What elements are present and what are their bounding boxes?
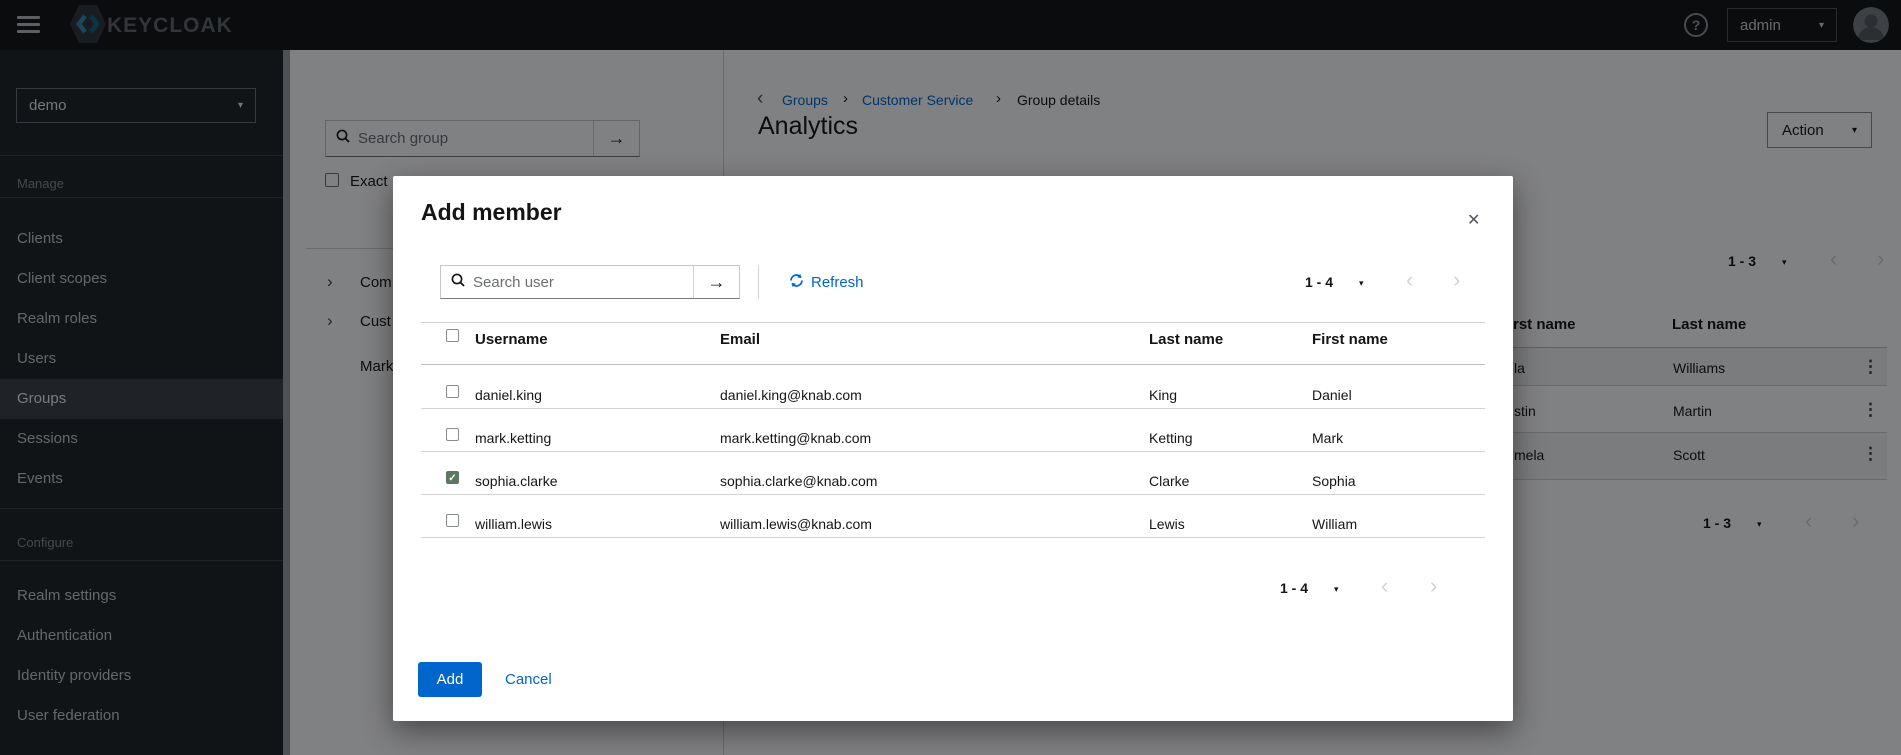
cancel-button[interactable]: Cancel <box>505 671 552 688</box>
pagination-prev-icon[interactable]: ‹ <box>1381 575 1388 597</box>
add-button[interactable]: Add <box>418 662 482 697</box>
cell-username: mark.ketting <box>475 430 551 446</box>
chevron-down-icon: ▾ <box>1359 278 1364 289</box>
col-email: Email <box>720 331 760 348</box>
select-all-checkbox[interactable] <box>446 329 459 342</box>
pagination-prev-icon[interactable]: ‹ <box>1406 269 1413 291</box>
cell-last-name: Lewis <box>1149 516 1185 532</box>
refresh-icon <box>789 273 804 292</box>
cell-last-name: Clarke <box>1149 473 1189 489</box>
refresh-label: Refresh <box>811 274 864 291</box>
divider <box>421 451 1485 452</box>
cell-last-name: King <box>1149 387 1177 403</box>
close-icon[interactable]: ✕ <box>1463 206 1484 234</box>
modal-pagination-range[interactable]: 1 - 4 <box>1305 274 1333 290</box>
row-checkbox[interactable]: ✓ <box>446 471 459 484</box>
modal-pagination-range-bottom[interactable]: 1 - 4 <box>1280 580 1308 596</box>
pagination-next-icon[interactable]: › <box>1430 575 1437 597</box>
divider <box>421 408 1485 409</box>
toolbar-divider <box>758 265 759 299</box>
refresh-button[interactable]: Refresh <box>789 273 864 292</box>
cell-first-name: William <box>1312 516 1357 532</box>
row-checkbox[interactable] <box>446 428 459 441</box>
user-search: → <box>440 265 740 299</box>
chevron-down-icon: ▾ <box>1334 584 1339 595</box>
user-search-input[interactable] <box>473 274 683 291</box>
row-checkbox[interactable] <box>446 514 459 527</box>
cell-email: william.lewis@knab.com <box>720 516 872 532</box>
modal-title: Add member <box>421 199 562 226</box>
cell-first-name: Mark <box>1312 430 1343 446</box>
keycloak-admin-screen: KEYCLOAK ? admin ▾ demo ▾ Manage Clients… <box>0 0 1901 755</box>
cell-email: mark.ketting@knab.com <box>720 430 871 446</box>
col-username: Username <box>475 331 548 348</box>
divider <box>421 494 1485 495</box>
divider <box>421 537 1485 538</box>
cell-email: sophia.clarke@knab.com <box>720 473 877 489</box>
divider <box>421 322 1485 323</box>
add-member-modal: Add member ✕ → Refresh <box>393 176 1513 721</box>
cell-first-name: Daniel <box>1312 387 1352 403</box>
cell-username: william.lewis <box>475 516 552 532</box>
user-search-field[interactable] <box>441 266 693 298</box>
cell-last-name: Ketting <box>1149 430 1193 446</box>
cell-first-name: Sophia <box>1312 473 1356 489</box>
pagination-next-icon[interactable]: › <box>1453 269 1460 291</box>
cell-username: sophia.clarke <box>475 473 558 489</box>
col-first-name: First name <box>1312 331 1388 348</box>
user-search-submit-button[interactable]: → <box>693 266 739 298</box>
cell-email: daniel.king@knab.com <box>720 387 862 403</box>
row-checkbox[interactable] <box>446 385 459 398</box>
search-icon <box>451 273 465 292</box>
divider <box>421 364 1485 365</box>
cell-username: daniel.king <box>475 387 542 403</box>
col-last-name: Last name <box>1149 331 1223 348</box>
